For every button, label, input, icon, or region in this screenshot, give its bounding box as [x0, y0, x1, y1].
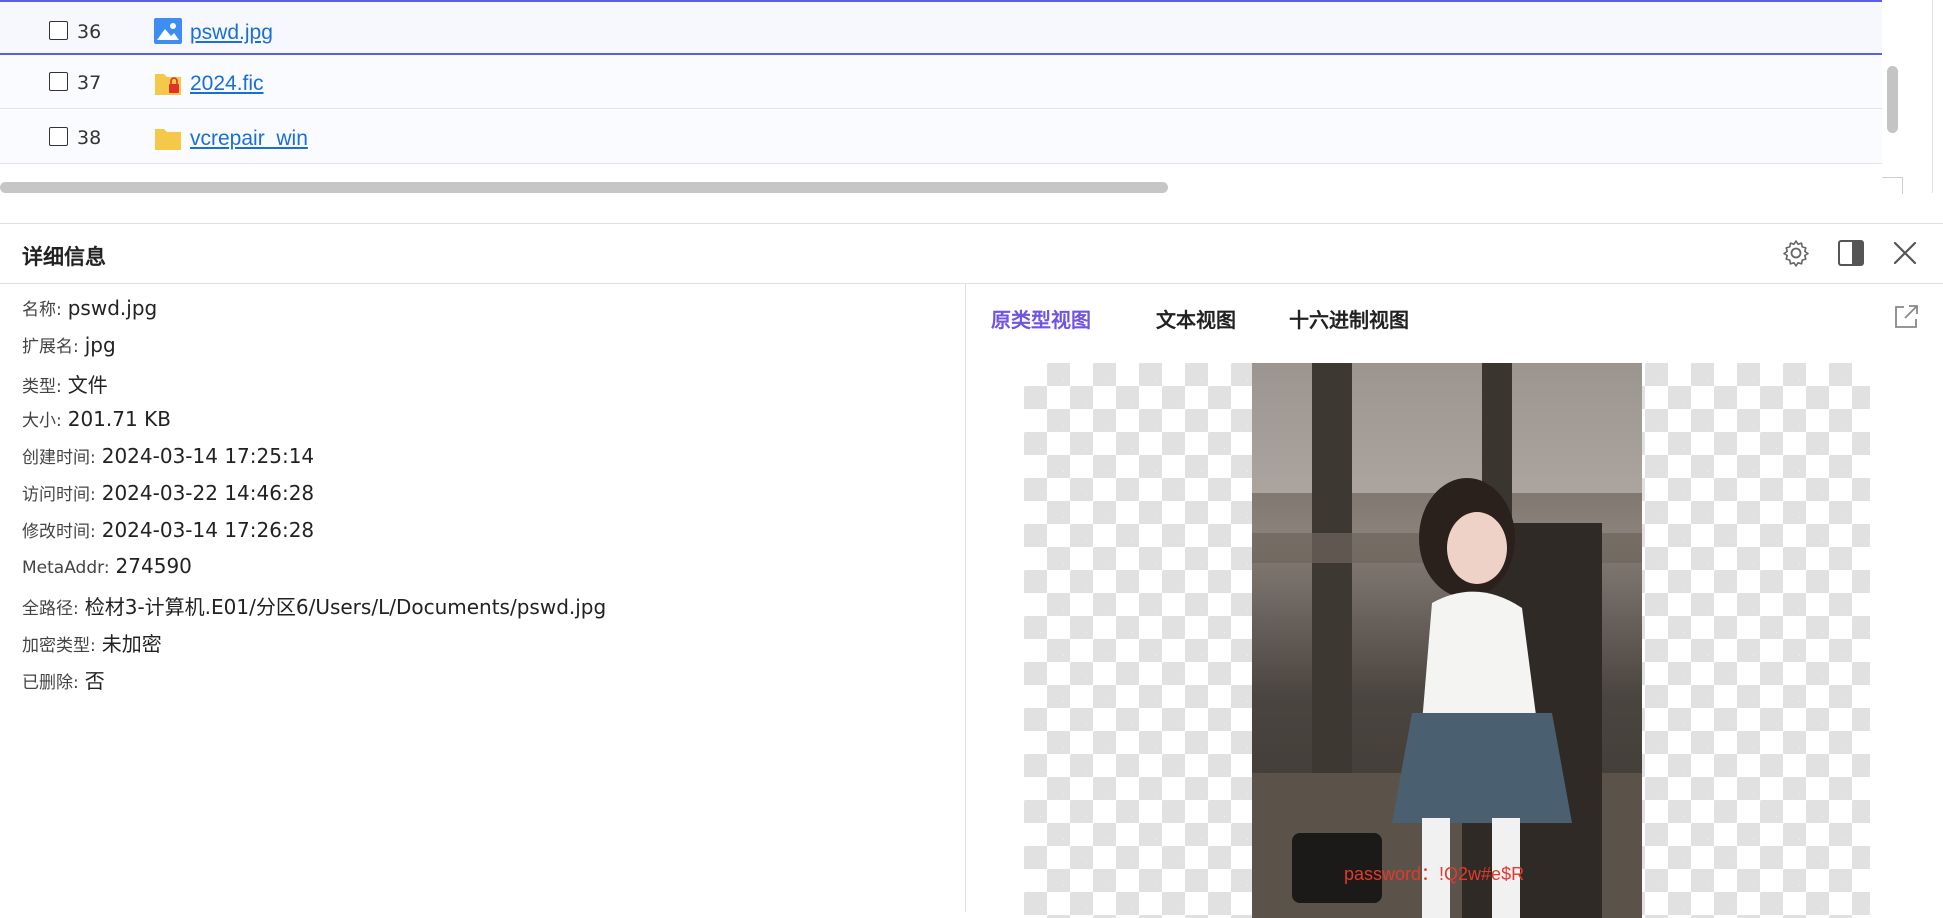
scroll-corner	[1882, 177, 1903, 194]
property-label: 扩展名:	[22, 337, 79, 357]
file-name-link[interactable]: pswd.jpg	[190, 21, 273, 45]
property-label: 类型:	[22, 377, 62, 397]
property-label: 名称:	[22, 300, 62, 320]
row-number: 38	[77, 127, 102, 149]
tab-native-view[interactable]: 原类型视图	[991, 304, 1091, 333]
preview-pane: 原类型视图 文本视图 十六进制视图 password：!Q2w#e$R	[966, 283, 1943, 918]
open-external-icon[interactable]	[1891, 302, 1921, 332]
table-row[interactable]: 38 vcrepair_win	[0, 110, 1882, 164]
property-label: MetaAddr:	[22, 558, 110, 578]
row-number: 37	[77, 72, 102, 94]
property-label: 大小:	[22, 411, 62, 431]
row-number: 36	[77, 21, 102, 43]
property-full-path: 全路径: 检材3-计算机.E01/分区6/Users/L/Documents/ps…	[22, 591, 606, 621]
tab-hex-view[interactable]: 十六进制视图	[1289, 304, 1409, 333]
horizontal-scrollbar-thumb[interactable]	[0, 182, 1168, 193]
property-type: 类型: 文件	[22, 369, 108, 399]
property-value: 201.71 KB	[67, 407, 171, 431]
file-name-link[interactable]: 2024.fic	[190, 72, 264, 96]
property-size: 大小: 201.71 KB	[22, 406, 171, 436]
photo-image	[1252, 363, 1642, 918]
table-row[interactable]: 36 pswd.jpg	[0, 0, 1882, 55]
details-header: 详细信息	[0, 224, 1943, 284]
locked-folder-icon	[155, 74, 181, 95]
property-encryption: 加密类型: 未加密	[22, 628, 162, 658]
property-metaaddr: MetaAddr: 274590	[22, 554, 192, 584]
panel-layout-icon[interactable]	[1836, 238, 1866, 268]
property-label: 已删除:	[22, 673, 79, 693]
property-value: pswd.jpg	[67, 296, 158, 320]
property-value: 274590	[115, 554, 192, 578]
property-modified: 修改时间: 2024-03-14 17:26:28	[22, 517, 314, 547]
folder-icon	[155, 129, 181, 150]
row-checkbox[interactable]	[49, 21, 68, 40]
image-file-icon	[154, 18, 182, 44]
details-panel: 详细信息 名称: pswd.jpg 扩展名: jpg 类型: 文件 大小: 201.71…	[0, 223, 1943, 918]
properties-list: 名称: pswd.jpg 扩展名: jpg 类型: 文件 大小: 201.71 KB 创…	[0, 283, 966, 912]
gear-icon[interactable]	[1781, 238, 1811, 268]
property-value: 2024-03-22 14:46:28	[101, 481, 315, 505]
password-watermark: password：!Q2w#e$R	[1344, 864, 1525, 884]
property-label: 全路径:	[22, 599, 79, 619]
property-value: 2024-03-14 17:25:14	[101, 444, 315, 468]
property-value: 未加密	[101, 632, 162, 656]
property-label: 修改时间:	[22, 522, 96, 542]
file-list: 36 pswd.jpg 37 2024.fic 38 vcrepair_win	[0, 0, 1933, 194]
property-created: 创建时间: 2024-03-14 17:25:14	[22, 443, 314, 473]
property-accessed: 访问时间: 2024-03-22 14:46:28	[22, 480, 314, 510]
row-checkbox[interactable]	[49, 127, 68, 146]
image-preview: password：!Q2w#e$R	[1024, 363, 1870, 918]
close-icon[interactable]	[1890, 238, 1920, 268]
property-name: 名称: pswd.jpg	[22, 295, 157, 325]
property-value: 文件	[67, 373, 108, 397]
property-value: 否	[84, 669, 105, 693]
file-name-link[interactable]: vcrepair_win	[190, 127, 308, 151]
vertical-scrollbar-thumb[interactable]	[1887, 66, 1898, 133]
row-checkbox[interactable]	[49, 72, 68, 91]
tab-text-view[interactable]: 文本视图	[1156, 304, 1236, 333]
property-value: jpg	[84, 333, 116, 357]
property-deleted: 已删除: 否	[22, 665, 105, 695]
property-value: 2024-03-14 17:26:28	[101, 518, 315, 542]
details-title: 详细信息	[22, 245, 106, 269]
property-label: 加密类型:	[22, 636, 96, 656]
property-label: 访问时间:	[22, 485, 96, 505]
property-value: 检材3-计算机.E01/分区6/Users/L/Documents/pswd.j…	[84, 595, 607, 619]
property-extension: 扩展名: jpg	[22, 332, 116, 362]
property-label: 创建时间:	[22, 448, 96, 468]
table-row[interactable]: 37 2024.fic	[0, 55, 1882, 109]
